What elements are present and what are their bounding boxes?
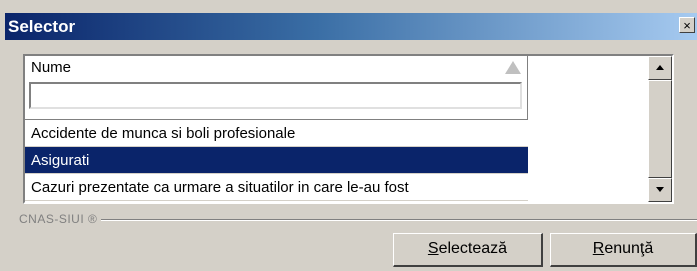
- grid-content: Nume Accidente de munca si boli profesio…: [25, 56, 528, 202]
- list-item-selected[interactable]: Asigurati: [25, 147, 528, 174]
- selector-grid: Nume Accidente de munca si boli profesio…: [23, 54, 674, 204]
- sort-ascending-icon[interactable]: [505, 61, 521, 74]
- select-label: electează: [438, 240, 508, 257]
- close-icon: ×: [683, 18, 691, 33]
- cancel-button[interactable]: Renunţă: [550, 233, 697, 267]
- scroll-down-button[interactable]: [648, 178, 672, 202]
- vertical-scrollbar[interactable]: [648, 56, 672, 202]
- scroll-up-button[interactable]: [648, 56, 672, 80]
- title-bar[interactable]: Selector ×: [5, 13, 697, 40]
- list-item[interactable]: Accidente de munca si boli profesionale: [25, 120, 528, 147]
- column-header-label: Nume: [31, 59, 72, 76]
- cancel-accelerator: R: [592, 240, 605, 257]
- cancel-label: enunţă: [604, 240, 654, 257]
- group-divider: [19, 219, 697, 221]
- selector-dialog: Selector × Nume Accidente de munca si bo…: [0, 0, 697, 271]
- scroll-thumb[interactable]: [648, 80, 672, 178]
- filter-input[interactable]: [29, 82, 522, 109]
- arrow-up-icon: [656, 65, 664, 70]
- list-item[interactable]: Cazuri prezentate ca urmare a situatilor…: [25, 174, 528, 201]
- close-button[interactable]: ×: [679, 17, 695, 33]
- column-header-nume[interactable]: Nume: [25, 56, 528, 120]
- select-button[interactable]: Selectează: [393, 233, 543, 267]
- arrow-down-icon: [656, 187, 664, 192]
- brand-label: CNAS-SIUI ®: [19, 212, 102, 226]
- window-title: Selector: [8, 17, 76, 36]
- select-accelerator: S: [427, 240, 439, 257]
